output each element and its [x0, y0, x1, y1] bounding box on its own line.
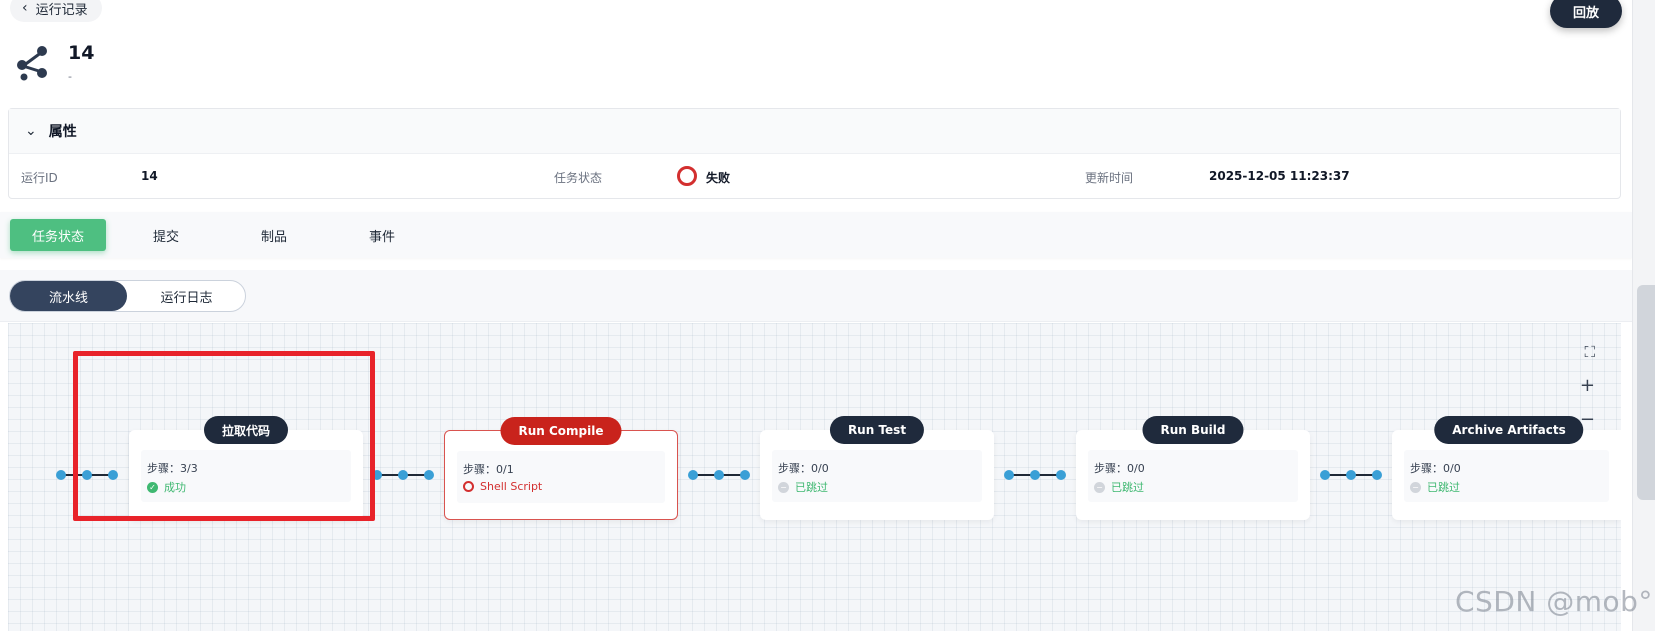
run-id-value: 14 — [141, 169, 158, 183]
connector-dot — [398, 470, 408, 480]
stage-name: Run Compile — [500, 417, 622, 445]
view-pipeline[interactable]: 流水线 — [10, 281, 127, 311]
replay-button[interactable]: 回放 — [1550, 0, 1622, 28]
stage-name: Run Build — [1142, 416, 1244, 444]
step-count: 步骤：0/0 — [1094, 462, 1145, 475]
run-id-label: 运行ID — [21, 171, 58, 185]
step-status: − 已跳过 — [778, 479, 828, 495]
status-text: 已跳过 — [1111, 481, 1144, 494]
pipeline-share-icon — [17, 46, 47, 81]
properties-toggle[interactable]: ⌄ 属性 — [9, 109, 1620, 154]
zoom-out-icon[interactable]: − — [1580, 409, 1595, 430]
connector-dot — [688, 470, 698, 480]
failed-circle-icon — [463, 481, 474, 492]
step-count: 步骤：0/1 — [463, 463, 514, 476]
step-summary[interactable]: 步骤：0/0 − 已跳过 — [1088, 450, 1298, 502]
connector-dot — [1346, 470, 1356, 480]
fit-screen-icon[interactable]: ⛶ — [1584, 343, 1595, 361]
tab-bar: 任务状态 提交 制品 事件 — [0, 212, 1632, 258]
back-label: 运行记录 — [35, 2, 88, 18]
chevron-down-icon: ⌄ — [25, 123, 37, 139]
step-status: − 已跳过 — [1094, 479, 1144, 495]
stage-name: Archive Artifacts — [1434, 416, 1584, 444]
tab-artifacts[interactable]: 制品 — [248, 219, 300, 251]
step-status: − 已跳过 — [1410, 479, 1460, 495]
status-value: 失败 — [706, 171, 731, 185]
highlight-annotation — [73, 351, 375, 521]
watermark: CSDN @mob° — [1455, 585, 1653, 618]
run-subtitle: - — [68, 70, 72, 83]
connector-dot — [740, 470, 750, 480]
view-toggle: 流水线 运行日志 — [9, 280, 246, 312]
status-text: 已跳过 — [795, 481, 828, 494]
side-widget[interactable] — [1637, 285, 1655, 500]
skipped-icon: − — [1094, 481, 1105, 493]
status-label: 任务状态 — [554, 171, 603, 185]
tab-events[interactable]: 事件 — [356, 219, 408, 251]
connector-dot — [1056, 470, 1066, 480]
step-summary[interactable]: 步骤：0/0 − 已跳过 — [1404, 450, 1609, 502]
connector-dot — [424, 470, 434, 480]
chevron-left-icon: ‹ — [22, 0, 28, 16]
back-button[interactable]: ‹ 运行记录 — [10, 0, 102, 22]
failed-status-icon — [677, 166, 697, 186]
run-number: 14 — [68, 42, 95, 64]
connector-dot — [1372, 470, 1382, 480]
page: ‹ 运行记录 回放 14 - ⌄ 属性 运行ID 14 任务状态 失败 更新时间… — [0, 0, 1655, 631]
stage-name: Run Test — [829, 416, 925, 444]
step-count: 步骤：0/0 — [1410, 462, 1461, 475]
stage-card[interactable]: Archive Artifacts 步骤：0/0 − 已跳过 — [1392, 416, 1621, 520]
step-summary[interactable]: 步骤：0/1 Shell Script — [457, 451, 665, 503]
step-status: Shell Script — [463, 480, 542, 493]
pipeline-canvas[interactable]: 拉取代码 步骤：3/3 ✓ 成功 Run Compile 步骤：0/1 Shel… — [8, 323, 1621, 631]
skipped-icon: − — [1410, 481, 1421, 493]
zoom-in-icon[interactable]: + — [1580, 375, 1595, 396]
connector-dot — [1004, 470, 1014, 480]
connector-dot — [1030, 470, 1040, 480]
connector-dot — [1320, 470, 1330, 480]
updated-value: 2025-12-05 11:23:37 — [1209, 169, 1350, 183]
view-bar: 流水线 运行日志 — [0, 270, 1632, 322]
step-count: 步骤：0/0 — [778, 462, 829, 475]
stage-card[interactable]: Run Compile 步骤：0/1 Shell Script — [444, 417, 678, 520]
stage-card[interactable]: Run Build 步骤：0/0 − 已跳过 — [1076, 416, 1310, 520]
properties-title: 属性 — [48, 124, 77, 140]
tab-commits[interactable]: 提交 — [140, 219, 192, 251]
updated-label: 更新时间 — [1085, 171, 1134, 185]
step-summary[interactable]: 步骤：0/0 − 已跳过 — [772, 450, 982, 502]
properties-panel: ⌄ 属性 运行ID 14 任务状态 失败 更新时间 2025-12-05 11:… — [8, 108, 1621, 199]
connector-dot — [56, 470, 66, 480]
skipped-icon: − — [778, 481, 789, 493]
stage-card[interactable]: Run Test 步骤：0/0 − 已跳过 — [760, 416, 994, 520]
status-text: Shell Script — [480, 480, 543, 493]
status-text: 已跳过 — [1427, 481, 1460, 494]
tab-task-status[interactable]: 任务状态 — [10, 219, 106, 251]
view-run-logs[interactable]: 运行日志 — [128, 281, 245, 311]
connector-dot — [714, 470, 724, 480]
